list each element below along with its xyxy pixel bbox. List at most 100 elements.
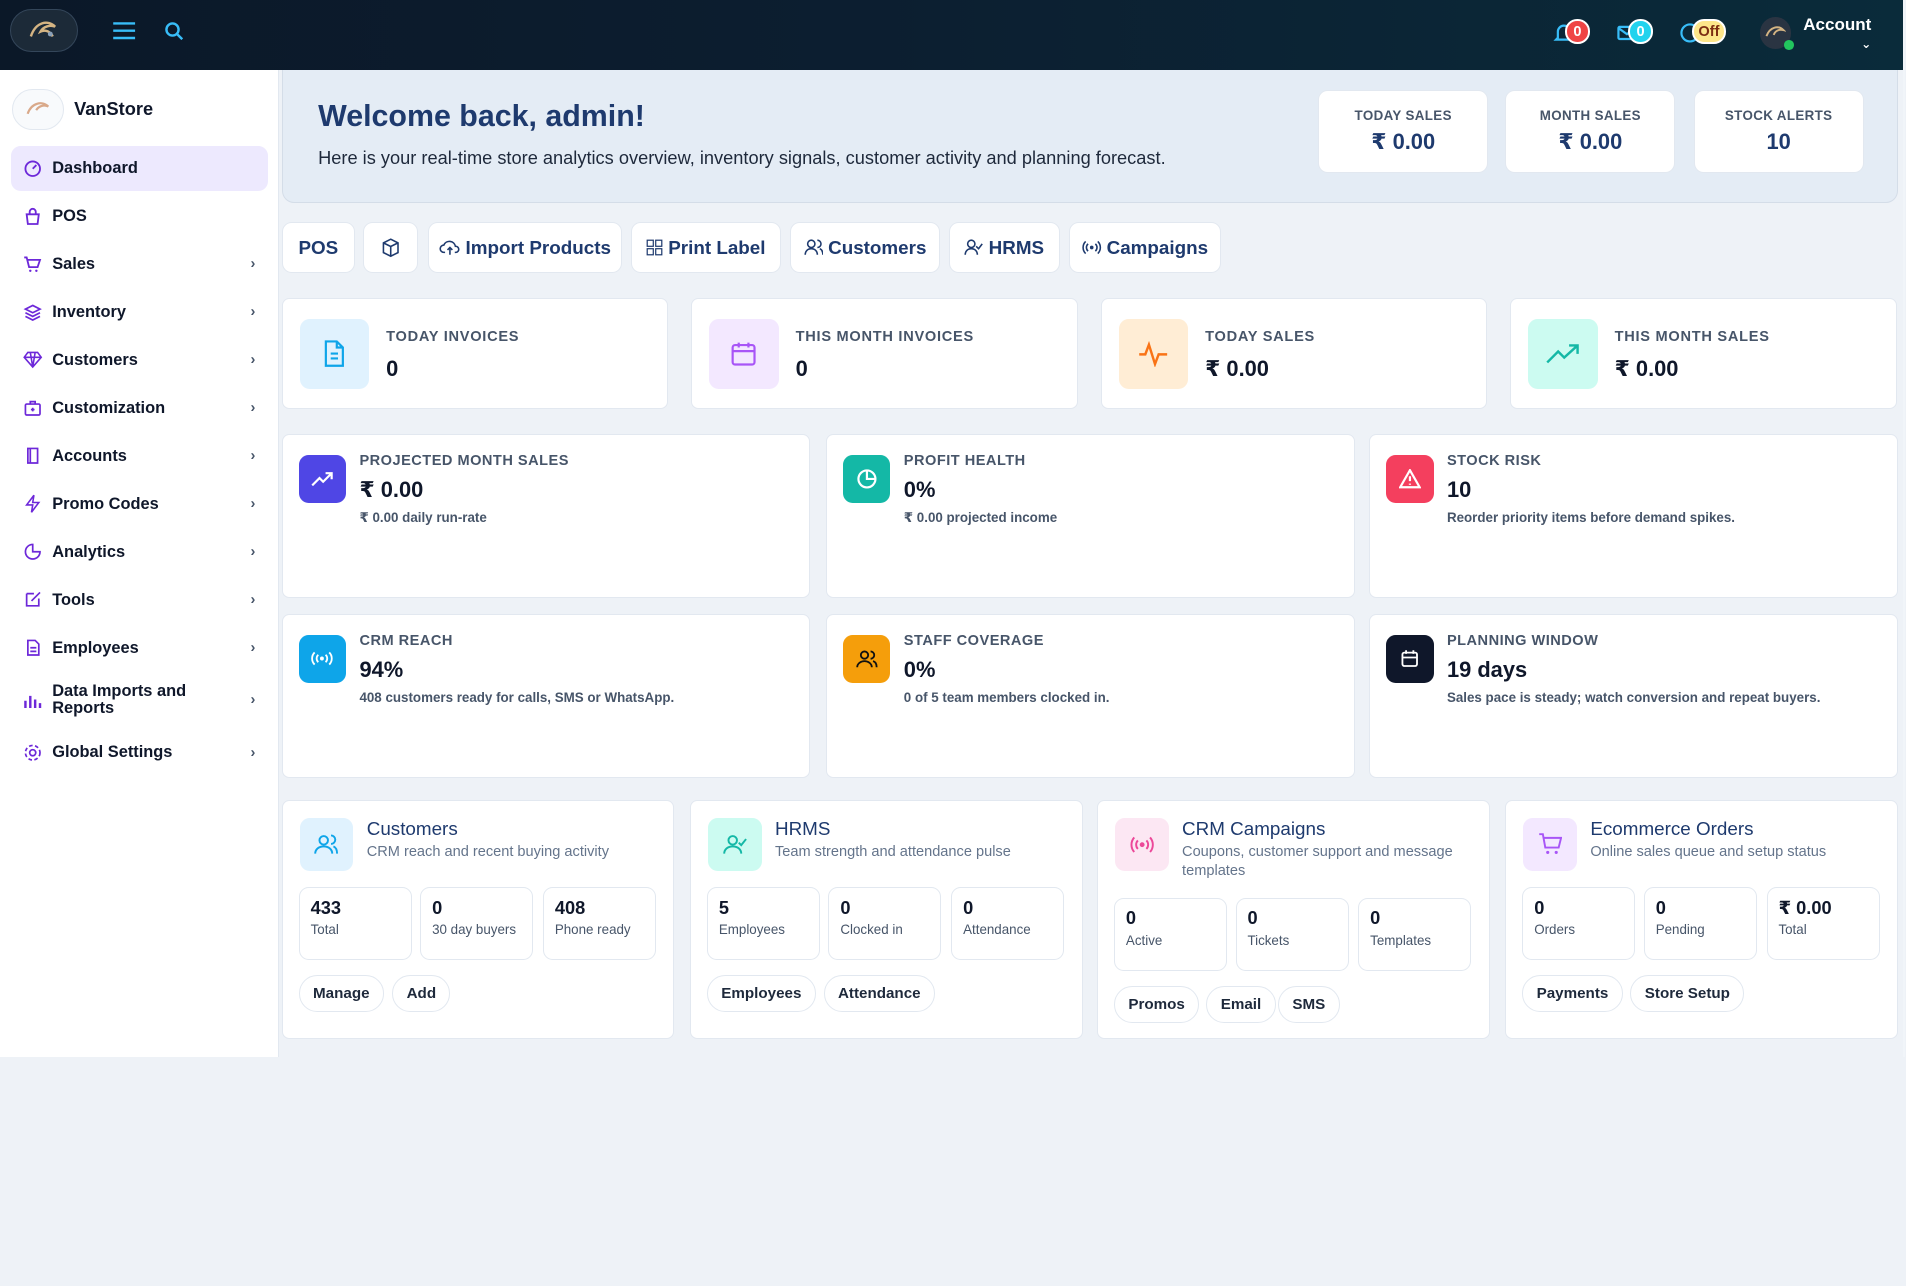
module-stat: 0 Pending xyxy=(1643,886,1757,960)
broadcast-icon xyxy=(1082,241,1102,255)
chevron-right-icon: › xyxy=(250,744,256,761)
insight-value: 0% xyxy=(903,657,936,683)
diamond-icon xyxy=(23,350,52,369)
quick-action-campaigns[interactable]: Campaigns xyxy=(1069,222,1222,274)
quick-action-customers[interactable]: Customers xyxy=(789,222,941,274)
sidebar-brand[interactable]: VanStore xyxy=(0,70,278,136)
sidebar-item-employees[interactable]: Employees › xyxy=(11,626,268,671)
sidebar-item-label: Dashboard xyxy=(52,158,138,177)
stat-label: Attendance xyxy=(963,922,1031,938)
store-setup-button[interactable]: Store Setup xyxy=(1630,975,1745,1012)
insight-staff-coverage: STAFF COVERAGE 0% 0 of 5 team members cl… xyxy=(826,613,1355,778)
scrollbar[interactable] xyxy=(1902,0,1906,1058)
sidebar-item-sales[interactable]: Sales › xyxy=(11,242,268,287)
search-icon[interactable] xyxy=(164,21,184,40)
payments-button[interactable]: Payments xyxy=(1522,975,1623,1012)
promos-button[interactable]: Promos xyxy=(1114,986,1200,1023)
menu-toggle-icon[interactable] xyxy=(112,21,136,40)
stat-label: STOCK ALERTS xyxy=(1724,107,1833,123)
insight-label: STAFF COVERAGE xyxy=(903,632,1044,649)
insight-subtext: 408 customers ready for calls, SMS or Wh… xyxy=(359,689,675,705)
sidebar-item-dashboard[interactable]: Dashboard xyxy=(10,145,268,191)
sidebar-item-label: Tools xyxy=(52,590,95,609)
insight-label: PROJECTED MONTH SALES xyxy=(359,453,569,469)
account-menu[interactable]: Account ⌄ xyxy=(1759,15,1871,51)
module-subtitle: CRM reach and recent buying activity xyxy=(366,844,609,861)
chevron-right-icon: › xyxy=(250,352,256,369)
quick-action-label: Campaigns xyxy=(1106,236,1209,258)
email-button[interactable]: Email xyxy=(1206,986,1276,1023)
sidebar-item-global-settings[interactable]: Global Settings › xyxy=(11,730,268,775)
stat-value: 0 xyxy=(1655,897,1666,918)
insight-stock-risk: STOCK RISK 10 Reorder priority items bef… xyxy=(1369,433,1898,598)
book-icon xyxy=(23,446,52,465)
box-icon xyxy=(382,238,399,258)
sidebar-item-accounts[interactable]: Accounts › xyxy=(11,434,268,479)
module-title: Ecommerce Orders xyxy=(1590,817,1754,839)
insight-profit-health: PROFIT HEALTH 0% ₹ 0.00 projected income xyxy=(826,433,1355,598)
stat-label: Clocked in xyxy=(840,922,903,938)
sidebar-item-pos[interactable]: POS xyxy=(11,194,268,239)
module-stat: ₹ 0.00 Total xyxy=(1766,886,1880,960)
trending-up-icon xyxy=(298,455,347,503)
main-content: Welcome back, admin! Here is your real-t… xyxy=(281,70,1898,1057)
welcome-banner: Welcome back, admin! Here is your real-t… xyxy=(281,70,1898,203)
stat-value: 10 xyxy=(1766,128,1791,154)
quick-action-print-label[interactable]: Print Label xyxy=(630,222,782,274)
users-icon xyxy=(804,239,824,256)
sidebar-item-customization[interactable]: Customization › xyxy=(11,386,268,431)
notifications-button[interactable]: 0 xyxy=(1553,19,1590,44)
employees-button[interactable]: Employees xyxy=(706,975,816,1012)
manage-customers-button[interactable]: Manage xyxy=(298,975,384,1012)
module-stat: 0 Clocked in xyxy=(828,886,942,960)
stat-label: Total xyxy=(1778,922,1807,938)
sidebar-item-customers[interactable]: Customers › xyxy=(11,338,268,383)
sidebar-item-inventory[interactable]: Inventory › xyxy=(11,290,268,335)
insight-crm-reach: CRM REACH 94% 408 customers ready for ca… xyxy=(281,613,811,778)
insight-subtext: Sales pace is steady; watch conversion a… xyxy=(1446,689,1821,705)
chevron-right-icon: › xyxy=(250,400,256,417)
quick-action-hrms[interactable]: HRMS xyxy=(948,222,1060,274)
kpi-value: ₹ 0.00 xyxy=(1205,355,1269,381)
stat-label: Pending xyxy=(1655,922,1705,938)
module-stat: 5 Employees xyxy=(706,886,820,960)
quick-action-pos[interactable]: POS xyxy=(281,222,355,274)
sidebar-item-data-imports-and-reports[interactable]: Data Imports and Reports › xyxy=(11,674,268,727)
kpi-label: THIS MONTH INVOICES xyxy=(795,329,974,346)
stock-alerts-stat: STOCK ALERTS 10 xyxy=(1693,89,1864,173)
sidebar-item-promo-codes[interactable]: Promo Codes › xyxy=(11,482,268,527)
pie-icon xyxy=(23,542,52,561)
module-title: HRMS xyxy=(774,817,831,839)
sidebar-item-tools[interactable]: Tools › xyxy=(11,578,268,623)
stat-label: TODAY SALES xyxy=(1354,107,1452,123)
gear-icon xyxy=(23,743,52,762)
quick-action-import-products[interactable]: Import Products xyxy=(427,222,623,274)
add-customer-button[interactable]: Add xyxy=(392,975,451,1012)
sidebar-item-label: Data Imports and Reports xyxy=(52,682,187,718)
page-subtitle: Here is your real-time store analytics o… xyxy=(318,148,1166,169)
quick-action-products[interactable] xyxy=(363,222,418,274)
quick-action-label: Print Label xyxy=(668,236,766,258)
stat-value: 0 xyxy=(1125,908,1137,929)
status-toggle[interactable]: Off xyxy=(1679,19,1732,44)
bolt-icon xyxy=(23,494,52,514)
insight-value: 0% xyxy=(903,477,936,503)
kpi-label: TODAY INVOICES xyxy=(386,329,520,346)
user-check-icon xyxy=(708,817,762,871)
messages-button[interactable]: 0 xyxy=(1616,19,1653,44)
sidebar-item-analytics[interactable]: Analytics › xyxy=(11,530,268,575)
calendar-icon xyxy=(709,319,779,389)
module-ecommerce-orders: Ecommerce Orders Online sales queue and … xyxy=(1505,799,1898,1039)
app-logo[interactable] xyxy=(9,8,78,53)
quick-action-label: Import Products xyxy=(465,236,611,258)
sms-button[interactable]: SMS xyxy=(1278,986,1340,1023)
module-stat: 0 Tickets xyxy=(1235,897,1349,971)
chevron-right-icon: › xyxy=(250,496,256,513)
insight-label: PROFIT HEALTH xyxy=(903,453,1026,469)
warning-icon xyxy=(1386,455,1434,503)
calendar-icon xyxy=(1386,635,1434,683)
users-icon xyxy=(299,817,354,871)
attendance-button[interactable]: Attendance xyxy=(823,975,935,1012)
today-sales-stat: TODAY SALES ₹ 0.00 xyxy=(1318,89,1489,173)
kpi-today-invoices: TODAY INVOICES 0 xyxy=(281,297,669,410)
